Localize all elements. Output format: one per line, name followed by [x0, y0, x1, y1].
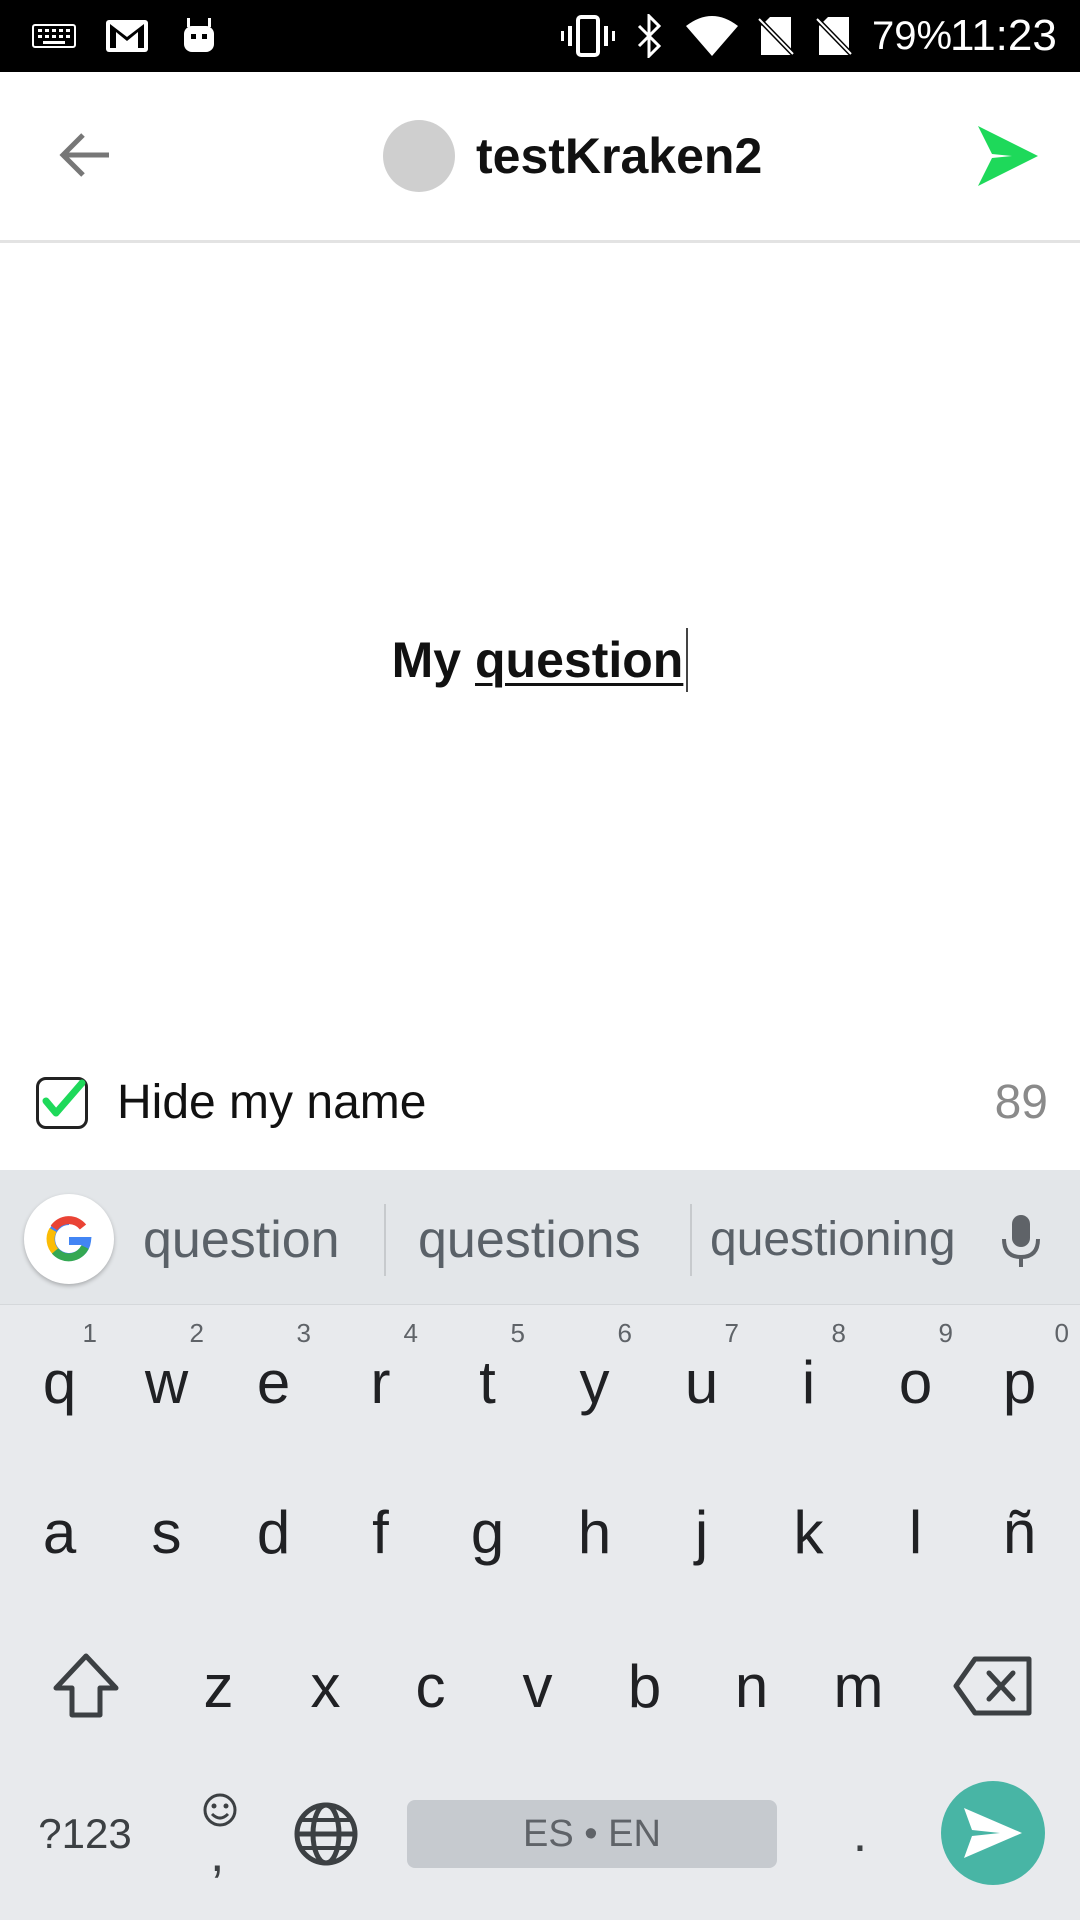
key-n[interactable]: n [698, 1626, 805, 1746]
checkmark-icon [42, 1079, 86, 1117]
suggestion-1[interactable]: question [143, 1170, 340, 1310]
clock: 11:23 [950, 11, 1057, 60]
arrow-left-icon [59, 133, 109, 177]
vibrate-icon [560, 0, 616, 72]
recipient-username[interactable]: testKraken2 [476, 120, 762, 192]
google-g-icon[interactable] [24, 1194, 114, 1284]
android-icon [176, 0, 222, 72]
language-key[interactable] [288, 1774, 364, 1894]
key-t[interactable]: t5 [434, 1318, 541, 1442]
key-o[interactable]: o9 [862, 1318, 969, 1442]
key-p[interactable]: p0 [966, 1318, 1073, 1442]
key-i[interactable]: i8 [755, 1318, 862, 1442]
mic-icon[interactable] [990, 1210, 1052, 1272]
wifi-icon [684, 0, 740, 72]
space-key[interactable]: ES • EN [407, 1800, 777, 1868]
key-k[interactable]: k [755, 1472, 862, 1592]
key-s[interactable]: s [113, 1472, 220, 1592]
shift-icon [53, 1653, 119, 1718]
key-u[interactable]: u7 [648, 1318, 755, 1442]
key-r[interactable]: r4 [327, 1318, 434, 1442]
suggestion-2[interactable]: questions [418, 1170, 641, 1310]
bluetooth-icon [630, 0, 670, 72]
hide-name-checkbox[interactable] [36, 1077, 88, 1129]
char-count: 89 [994, 1076, 1048, 1129]
shift-key[interactable] [30, 1626, 142, 1746]
key-n-tilde[interactable]: ñ [966, 1472, 1073, 1592]
globe-icon [294, 1802, 358, 1866]
key-c[interactable]: c [377, 1626, 484, 1746]
backspace-icon [953, 1656, 1032, 1716]
avatar[interactable] [383, 120, 455, 192]
key-g[interactable]: g [434, 1472, 541, 1592]
app-bar: testKraken2 [0, 72, 1080, 243]
key-x[interactable]: x [272, 1626, 379, 1746]
hide-name-label[interactable]: Hide my name [117, 1066, 426, 1140]
key-d[interactable]: d [220, 1472, 327, 1592]
gmail-icon [104, 0, 150, 72]
battery-percent: 79% [872, 14, 953, 58]
period-key[interactable]: . [820, 1774, 900, 1894]
key-l[interactable]: l [862, 1472, 969, 1592]
key-e[interactable]: e3 [220, 1318, 327, 1442]
question-text-composing: question [475, 632, 684, 688]
comma-emoji-key[interactable]: , [180, 1774, 260, 1894]
send-button[interactable] [974, 122, 1042, 190]
key-f[interactable]: f [327, 1472, 434, 1592]
key-m[interactable]: m [805, 1626, 912, 1746]
no-sim-icon [814, 0, 854, 72]
back-button[interactable] [52, 122, 118, 188]
suggestion-divider [384, 1204, 386, 1276]
key-v[interactable]: v [484, 1626, 591, 1746]
key-w[interactable]: w2 [113, 1318, 220, 1442]
key-a[interactable]: a [6, 1472, 113, 1592]
suggestion-divider [690, 1204, 692, 1276]
keyboard-icon [30, 0, 78, 72]
key-j[interactable]: j [648, 1472, 755, 1592]
send-icon [964, 1808, 1022, 1858]
key-b[interactable]: b [591, 1626, 698, 1746]
enter-send-key[interactable] [941, 1781, 1045, 1885]
question-input[interactable]: My question [0, 600, 1080, 720]
key-h[interactable]: h [541, 1472, 648, 1592]
question-text-prefix: My [391, 632, 476, 688]
send-icon [978, 126, 1038, 186]
backspace-key[interactable] [942, 1626, 1044, 1746]
no-sim-icon [756, 0, 796, 72]
key-y[interactable]: y6 [541, 1318, 648, 1442]
symbols-key[interactable]: ?123 [20, 1774, 150, 1894]
hide-name-row: Hide my name 89 [0, 1066, 1080, 1166]
suggestion-bar: question questions questioning [0, 1170, 1080, 1305]
status-bar: 79% 11:23 [0, 0, 1080, 72]
suggestion-3[interactable]: questioning [710, 1170, 956, 1310]
text-caret [686, 628, 689, 692]
key-q[interactable]: q1 [6, 1318, 113, 1442]
key-z[interactable]: z [165, 1626, 272, 1746]
